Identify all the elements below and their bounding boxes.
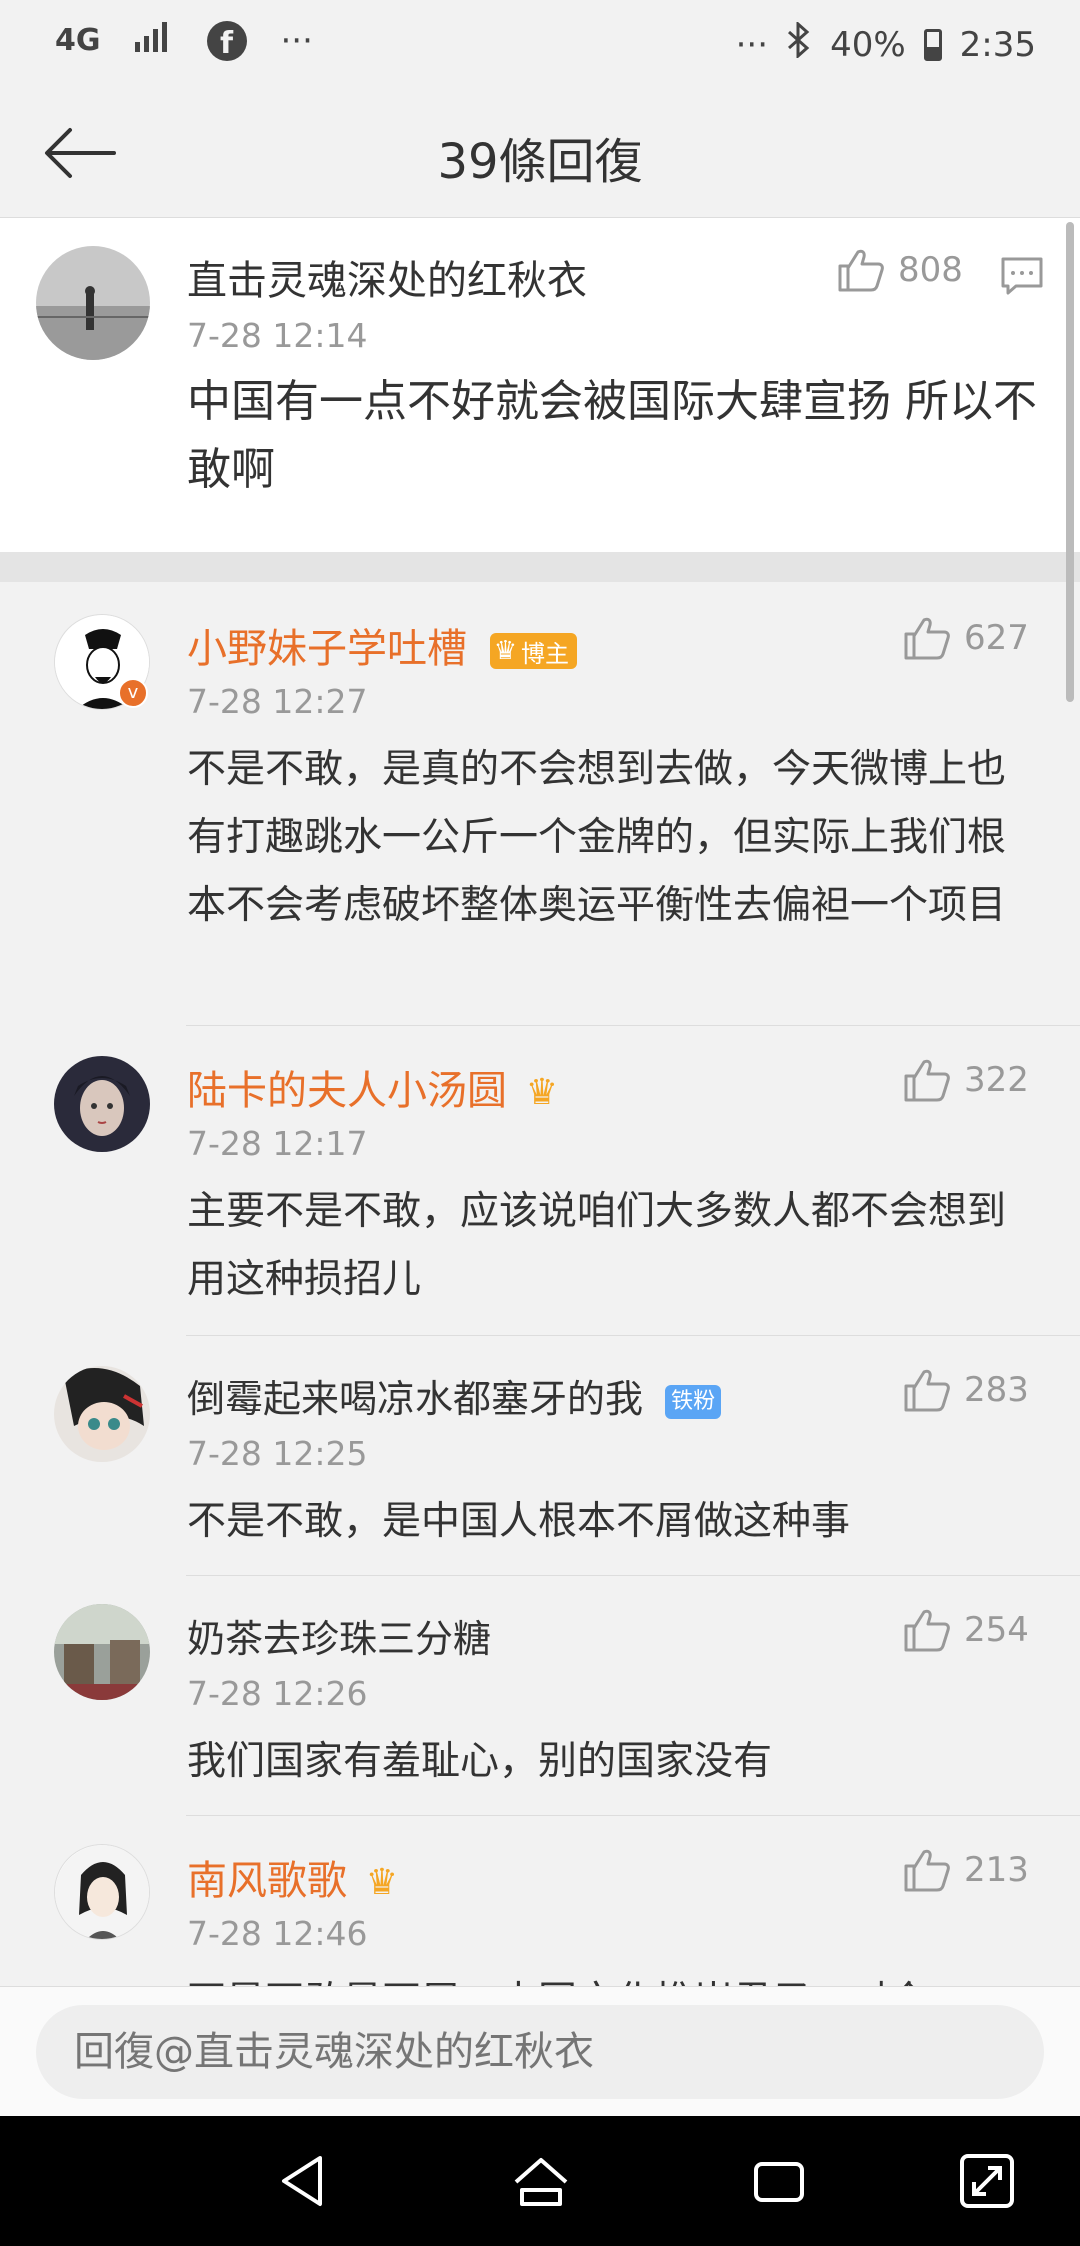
reply-list: v 小野妹子学吐槽 ♛ 博主 7-28 12:27 627 不是不敢，是真的不会想… bbox=[0, 582, 1080, 1986]
nav-recents-button[interactable] bbox=[746, 2148, 812, 2214]
network-indicator: 4G bbox=[55, 23, 101, 58]
verified-badge-icon: v bbox=[118, 678, 148, 708]
status-bar: 4G f ··· ··· 40% 2:35 bbox=[0, 0, 1080, 92]
bluetooth-icon bbox=[786, 20, 812, 67]
reply-author[interactable]: 奶茶去珍珠三分糖 bbox=[187, 1608, 491, 1663]
avatar[interactable] bbox=[54, 1604, 150, 1700]
battery-percent: 40% bbox=[830, 24, 906, 65]
reply-text: 不是不敢，是中国人根本不屑做这种事 bbox=[187, 1499, 851, 1544]
nav-back-button[interactable] bbox=[270, 2148, 336, 2214]
main-comment: 直击灵魂深处的红秋衣 7-28 12:14 808 中国有一点不好就会被国际大肆… bbox=[0, 218, 1080, 552]
like-count: 808 bbox=[898, 250, 963, 290]
like-button[interactable]: 213 bbox=[904, 1848, 1029, 1892]
section-divider bbox=[0, 552, 1080, 582]
blogger-badge: ♛ 博主 bbox=[489, 633, 578, 669]
reply-time: 7-28 12:25 bbox=[187, 1434, 368, 1473]
page-title: 39條回復 bbox=[437, 134, 643, 190]
reply-item: 陆卡的夫人小汤圆 ♛ 7-28 12:17 322 主要不是不敢，应该说咱们大多… bbox=[0, 1026, 1080, 1336]
reply-time: 7-28 12:27 bbox=[187, 682, 368, 721]
avatar[interactable] bbox=[54, 1366, 150, 1462]
like-button[interactable]: 254 bbox=[904, 1608, 1029, 1652]
avatar[interactable] bbox=[36, 246, 150, 360]
reply-time: 7-28 12:17 bbox=[187, 1124, 368, 1163]
like-button[interactable]: 627 bbox=[904, 616, 1029, 660]
comment-icon bbox=[1001, 257, 1043, 295]
reply-text: 我们国家有羞耻心，别的国家没有 bbox=[187, 1739, 773, 1784]
comment-text: 中国有一点不好就会被国际大肆宣扬 所以不敢啊 bbox=[187, 376, 1037, 495]
thumbs-up-icon bbox=[904, 1059, 950, 1102]
reply-author[interactable]: 南风歌歌 ♛ bbox=[187, 1848, 398, 1906]
reply-text: 不是不敢是不屑，中国文化推崇君子，对今 bbox=[187, 1968, 1032, 1986]
reply-text: 不是不敢，是真的不会想到去做，今天微博上也有打趣跳水一公斤一个金牌的，但实际上我… bbox=[187, 747, 1007, 928]
like-count: 322 bbox=[964, 1060, 1029, 1100]
reply-item: 倒霉起来喝凉水都塞牙的我 铁粉 7-28 12:25 283 不是不敢，是中国人… bbox=[0, 1336, 1080, 1576]
reply-item: 南风歌歌 ♛ 7-28 12:46 213 不是不敢是不屑，中国文化推崇君子，对… bbox=[0, 1816, 1080, 1986]
scrollbar[interactable] bbox=[1066, 222, 1074, 702]
crown-icon: ♛ bbox=[493, 636, 518, 666]
signal-icon bbox=[134, 20, 173, 61]
reply-input[interactable] bbox=[36, 2005, 1044, 2099]
reply-time: 7-28 12:46 bbox=[187, 1914, 368, 1953]
reply-item: 奶茶去珍珠三分糖 7-28 12:26 254 我们国家有羞耻心，别的国家没有 bbox=[0, 1576, 1080, 1816]
crown-badge-icon: ♛ bbox=[525, 1072, 558, 1113]
fan-badge: 铁粉 bbox=[665, 1384, 722, 1419]
battery-icon bbox=[923, 28, 942, 61]
facebook-icon: f bbox=[206, 20, 247, 61]
like-count: 627 bbox=[964, 618, 1029, 658]
nav-home-button[interactable] bbox=[508, 2148, 574, 2214]
expand-icon bbox=[960, 2154, 1014, 2208]
header-bar: 39條回復 bbox=[0, 92, 1080, 218]
like-count: 283 bbox=[964, 1370, 1029, 1410]
crown-badge-icon: ♛ bbox=[365, 1862, 398, 1903]
like-button[interactable]: 283 bbox=[904, 1368, 1029, 1412]
like-count: 254 bbox=[964, 1610, 1029, 1650]
comment-time: 7-28 12:14 bbox=[187, 316, 368, 355]
reply-author[interactable]: 小野妹子学吐槽 ♛ 博主 bbox=[187, 616, 578, 674]
thumbs-up-icon bbox=[904, 617, 950, 660]
comment-author[interactable]: 直击灵魂深处的红秋衣 bbox=[187, 248, 587, 306]
nav-recents-icon bbox=[754, 2162, 804, 2202]
nav-home-icon bbox=[514, 2158, 568, 2206]
more-status: ··· bbox=[735, 24, 769, 65]
nav-expand-button[interactable] bbox=[954, 2148, 1020, 2214]
thumbs-up-icon bbox=[838, 249, 884, 292]
like-button[interactable]: 322 bbox=[904, 1058, 1029, 1102]
reply-text: 主要不是不敢，应该说咱们大多数人都不会想到用这种损招儿 bbox=[187, 1189, 1007, 1302]
reply-time: 7-28 12:26 bbox=[187, 1674, 368, 1713]
thumbs-up-icon bbox=[904, 1849, 950, 1892]
avatar[interactable] bbox=[54, 1844, 150, 1940]
system-nav-bar bbox=[0, 2116, 1080, 2246]
nav-back-icon bbox=[282, 2156, 322, 2206]
reply-input-bar bbox=[0, 1986, 1080, 2116]
like-button[interactable]: 808 bbox=[838, 248, 963, 292]
like-count: 213 bbox=[964, 1850, 1029, 1890]
more-notifications: ··· bbox=[280, 20, 313, 61]
thumbs-up-icon bbox=[904, 1369, 950, 1412]
reply-author[interactable]: 倒霉起来喝凉水都塞牙的我 铁粉 bbox=[187, 1368, 722, 1423]
clock: 2:35 bbox=[959, 24, 1036, 65]
reply-author[interactable]: 陆卡的夫人小汤圆 ♛ bbox=[187, 1058, 558, 1116]
reply-button[interactable] bbox=[1000, 256, 1044, 300]
avatar[interactable] bbox=[54, 1056, 150, 1152]
reply-item: v 小野妹子学吐槽 ♛ 博主 7-28 12:27 627 不是不敢，是真的不会想… bbox=[0, 582, 1080, 1026]
thumbs-up-icon bbox=[904, 1609, 950, 1652]
